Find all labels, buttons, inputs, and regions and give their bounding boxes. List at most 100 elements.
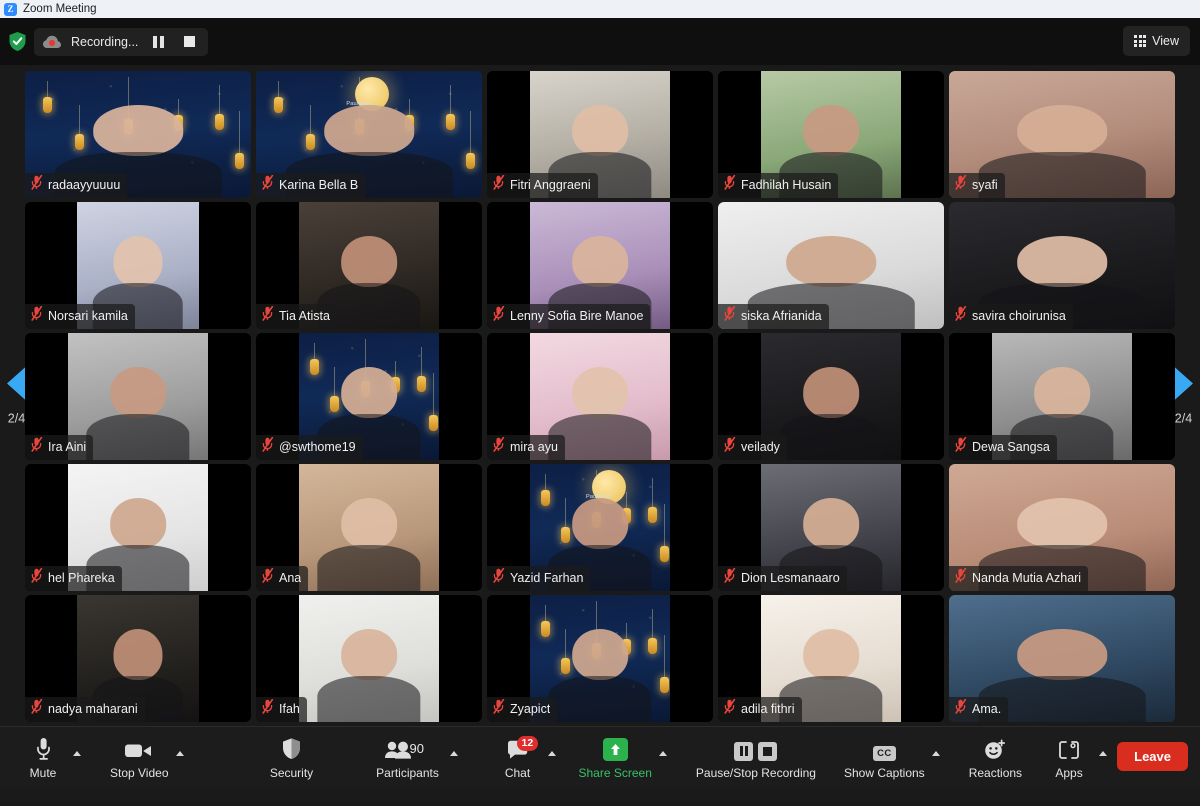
participant-grid: radaayyuuuu PauMoon Karina Bella B Fitri An… bbox=[25, 71, 1175, 722]
participant-tile[interactable]: Tia Atista bbox=[256, 202, 482, 329]
muted-microphone-icon bbox=[493, 305, 505, 326]
participant-tile[interactable]: Fitri Anggraeni bbox=[487, 71, 713, 198]
muted-microphone-icon bbox=[31, 436, 43, 457]
pause-icon[interactable] bbox=[734, 741, 754, 761]
pause-icon bbox=[152, 35, 164, 48]
muted-microphone-icon bbox=[262, 436, 274, 457]
participant-tile[interactable]: Dion Lesmanaaro bbox=[718, 464, 944, 591]
cloud-record-icon bbox=[42, 34, 62, 50]
pause-recording-button[interactable] bbox=[147, 31, 169, 52]
participant-tile[interactable]: mira ayu bbox=[487, 333, 713, 460]
reactions-button[interactable]: Reactions bbox=[969, 727, 1022, 788]
page-indicator-left: 2/4 bbox=[7, 411, 26, 425]
participant-name: Lenny Sofia Bire Manoe bbox=[510, 309, 644, 323]
participant-name: Ira Aini bbox=[48, 440, 87, 454]
participant-name-bar: veilady bbox=[718, 435, 787, 460]
muted-microphone-icon bbox=[31, 698, 43, 719]
participant-tile[interactable]: Dewa Sangsa bbox=[949, 333, 1175, 460]
show-captions-button[interactable]: CC Show Captions bbox=[844, 727, 925, 788]
recording-indicator: Recording... bbox=[34, 27, 209, 56]
apps-button[interactable]: Apps bbox=[1046, 727, 1092, 788]
participant-tile[interactable]: PauMoon Yazid Farhan bbox=[487, 464, 713, 591]
stop-icon[interactable] bbox=[758, 741, 778, 761]
next-page-button[interactable]: 2/4 bbox=[1174, 366, 1193, 425]
stop-recording-button[interactable] bbox=[178, 31, 200, 52]
participant-tile[interactable]: savira choirunisa bbox=[949, 202, 1175, 329]
participant-name-bar: Tia Atista bbox=[256, 304, 337, 329]
page-indicator-right: 2/4 bbox=[1174, 411, 1193, 425]
participant-tile[interactable]: PauMoon Karina Bella B bbox=[256, 71, 482, 198]
participant-tile[interactable]: nadya maharani bbox=[25, 595, 251, 722]
chevron-up-icon bbox=[931, 751, 940, 756]
cc-icon: CC bbox=[873, 736, 896, 761]
muted-microphone-icon bbox=[262, 698, 274, 719]
mute-button[interactable]: Mute bbox=[20, 727, 66, 788]
chat-options-button[interactable] bbox=[541, 727, 563, 788]
participant-name-bar: Yazid Farhan bbox=[487, 566, 591, 591]
stop-video-button[interactable]: Stop Video bbox=[110, 727, 169, 788]
share-options-button[interactable] bbox=[652, 727, 674, 788]
microphone-icon bbox=[35, 736, 52, 761]
muted-microphone-icon bbox=[262, 567, 274, 588]
participant-name-bar: Karina Bella B bbox=[256, 173, 366, 198]
participant-tile[interactable]: siska Afrianida bbox=[718, 202, 944, 329]
participant-tile[interactable]: Ana bbox=[256, 464, 482, 591]
participant-name-bar: mira ayu bbox=[487, 435, 565, 460]
participant-name: Fadhilah Husain bbox=[741, 178, 832, 192]
participant-name: adila fithri bbox=[741, 702, 795, 716]
participant-name: syafi bbox=[972, 178, 998, 192]
cc-badge-text: CC bbox=[873, 745, 896, 761]
apps-options-button[interactable] bbox=[1092, 727, 1114, 788]
participant-tile[interactable]: syafi bbox=[949, 71, 1175, 198]
view-button-label: View bbox=[1152, 34, 1179, 48]
participant-tile[interactable]: @swthome19 bbox=[256, 333, 482, 460]
muted-microphone-icon bbox=[724, 174, 736, 195]
smiley-plus-icon bbox=[983, 736, 1007, 761]
participant-tile[interactable]: veilady bbox=[718, 333, 944, 460]
participants-count: 90 bbox=[409, 741, 424, 756]
chat-unread-badge: 12 bbox=[516, 736, 539, 751]
participant-tile[interactable]: Ira Aini bbox=[25, 333, 251, 460]
participant-name-bar: Norsari kamila bbox=[25, 304, 135, 329]
participant-tile[interactable]: Ifah bbox=[256, 595, 482, 722]
reactions-label: Reactions bbox=[968, 765, 1023, 780]
participant-name-bar: Fadhilah Husain bbox=[718, 173, 839, 198]
participants-options-button[interactable] bbox=[441, 727, 467, 788]
muted-microphone-icon bbox=[31, 174, 43, 195]
participant-tile[interactable]: Lenny Sofia Bire Manoe bbox=[487, 202, 713, 329]
show-captions-label: Show Captions bbox=[843, 765, 925, 780]
participant-name-bar: Ira Aini bbox=[25, 435, 94, 460]
participant-tile[interactable]: Fadhilah Husain bbox=[718, 71, 944, 198]
participant-tile[interactable]: hel Phareka bbox=[25, 464, 251, 591]
participant-name: Tia Atista bbox=[279, 309, 330, 323]
chevron-up-icon bbox=[175, 751, 184, 756]
video-options-button[interactable] bbox=[169, 727, 191, 788]
muted-microphone-icon bbox=[724, 436, 736, 457]
view-button[interactable]: View bbox=[1123, 26, 1190, 56]
participant-tile[interactable]: Zyapict bbox=[487, 595, 713, 722]
security-button[interactable]: Security bbox=[269, 727, 315, 788]
participant-name-bar: radaayyuuuu bbox=[25, 173, 128, 198]
previous-page-button[interactable]: 2/4 bbox=[7, 366, 26, 425]
participants-button[interactable]: 90 Participants bbox=[375, 727, 441, 788]
participant-tile[interactable]: adila fithri bbox=[718, 595, 944, 722]
participant-tile[interactable]: Ama. bbox=[949, 595, 1175, 722]
security-label: Security bbox=[269, 765, 314, 780]
mute-label: Mute bbox=[29, 765, 57, 780]
video-gallery-stage: 2/4 2/4 radaayyuuuu PauMoon Karina Bella B… bbox=[0, 65, 1200, 726]
participant-tile[interactable]: radaayyuuuu bbox=[25, 71, 251, 198]
participant-name: veilady bbox=[741, 440, 780, 454]
encryption-shield-button[interactable] bbox=[8, 31, 27, 52]
audio-options-button[interactable] bbox=[66, 727, 88, 788]
window-title-bar: Z Zoom Meeting bbox=[0, 0, 1200, 18]
participant-name: Dewa Sangsa bbox=[972, 440, 1050, 454]
chat-button[interactable]: 12 Chat bbox=[495, 727, 541, 788]
participant-tile[interactable]: Nanda Mutia Azhari bbox=[949, 464, 1175, 591]
leave-button[interactable]: Leave bbox=[1117, 742, 1188, 771]
share-screen-button[interactable]: Share Screen bbox=[579, 727, 652, 788]
meeting-controls-toolbar: Mute Stop Video Security 90 Participants… bbox=[0, 726, 1200, 788]
captions-options-button[interactable] bbox=[925, 727, 947, 788]
participant-tile[interactable]: Norsari kamila bbox=[25, 202, 251, 329]
pause-stop-recording-button[interactable]: Pause/Stop Recording bbox=[696, 727, 816, 788]
participant-name-bar: @swthome19 bbox=[256, 435, 363, 460]
